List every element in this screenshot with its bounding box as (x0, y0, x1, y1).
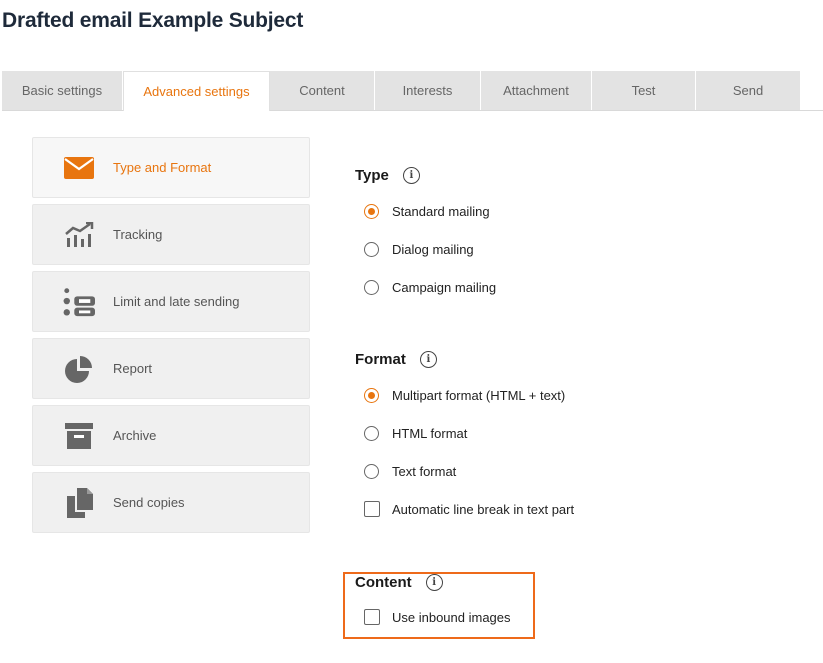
radio-label: Dialog mailing (392, 241, 474, 257)
info-icon[interactable]: i (419, 351, 437, 368)
sidebar-item-tracking[interactable]: Tracking (32, 204, 310, 265)
radio-label: Text format (392, 463, 457, 479)
sidebar-item-label: Type and Format (113, 160, 212, 175)
checkbox-automatic-line-break[interactable]: Automatic line break in text part (364, 499, 574, 519)
sidebar-item-label: Send copies (113, 495, 185, 510)
checkbox-label: Automatic line break in text part (392, 501, 575, 517)
type-title-text: Type (355, 167, 389, 184)
tab-advanced-settings[interactable]: Advanced settings (123, 71, 270, 111)
content-section-title: Content i (355, 574, 443, 591)
tab-basic-settings[interactable]: Basic settings (2, 71, 123, 110)
radio-label: Multipart format (HTML + text) (392, 387, 566, 403)
content-title-text: Content (355, 574, 412, 591)
radio-label: Standard mailing (392, 203, 490, 219)
copies-icon (63, 488, 95, 518)
pie-chart-icon (63, 355, 95, 383)
sidebar-item-label: Limit and late sending (113, 294, 240, 309)
sidebar-item-label: Tracking (113, 227, 163, 242)
radio-button[interactable] (364, 425, 379, 441)
checkbox[interactable] (364, 609, 380, 625)
format-section-title: Format i (355, 351, 437, 368)
tab-bar: Basic settings Advanced settings Content… (2, 71, 823, 111)
info-icon[interactable]: i (425, 574, 443, 591)
radio-button[interactable] (364, 387, 379, 403)
checkbox[interactable] (364, 501, 380, 517)
radio-button[interactable] (364, 203, 379, 219)
envelope-icon (63, 154, 95, 182)
archive-box-icon (63, 422, 95, 450)
limit-list-icon (63, 288, 95, 317)
tab-send[interactable]: Send (696, 71, 801, 110)
checkbox-label: Use inbound images (392, 609, 511, 625)
radio-html-format[interactable]: HTML format (364, 423, 467, 443)
sidebar-item-archive[interactable]: Archive (32, 405, 310, 466)
radio-button[interactable] (364, 463, 379, 479)
tab-content[interactable]: Content (270, 71, 375, 110)
radio-label: HTML format (392, 425, 468, 441)
radio-dialog-mailing[interactable]: Dialog mailing (364, 239, 474, 259)
radio-text-format[interactable]: Text format (364, 461, 456, 481)
sidebar-item-label: Archive (113, 428, 157, 443)
tab-attachment[interactable]: Attachment (481, 71, 592, 110)
sidebar-item-report[interactable]: Report (32, 338, 310, 399)
sidebar-item-type-and-format[interactable]: Type and Format (32, 137, 310, 198)
sidebar-item-label: Report (113, 361, 153, 376)
page-title: Drafted email Example Subject (2, 9, 304, 32)
radio-multipart-format[interactable]: Multipart format (HTML + text) (364, 385, 565, 405)
tab-test[interactable]: Test (592, 71, 696, 110)
radio-button[interactable] (364, 241, 379, 257)
type-section-title: Type i (355, 167, 420, 184)
info-icon[interactable]: i (402, 167, 420, 184)
format-title-text: Format (355, 351, 406, 368)
checkbox-use-inbound-images[interactable]: Use inbound images (364, 607, 511, 627)
tracking-chart-icon (63, 221, 95, 249)
radio-button[interactable] (364, 279, 379, 295)
radio-standard-mailing[interactable]: Standard mailing (364, 201, 490, 221)
tab-interests[interactable]: Interests (375, 71, 481, 110)
radio-label: Campaign mailing (392, 279, 497, 295)
radio-campaign-mailing[interactable]: Campaign mailing (364, 277, 496, 297)
sidebar-item-send-copies[interactable]: Send copies (32, 472, 310, 533)
sidebar-item-limit-and-late-sending[interactable]: Limit and late sending (32, 271, 310, 332)
